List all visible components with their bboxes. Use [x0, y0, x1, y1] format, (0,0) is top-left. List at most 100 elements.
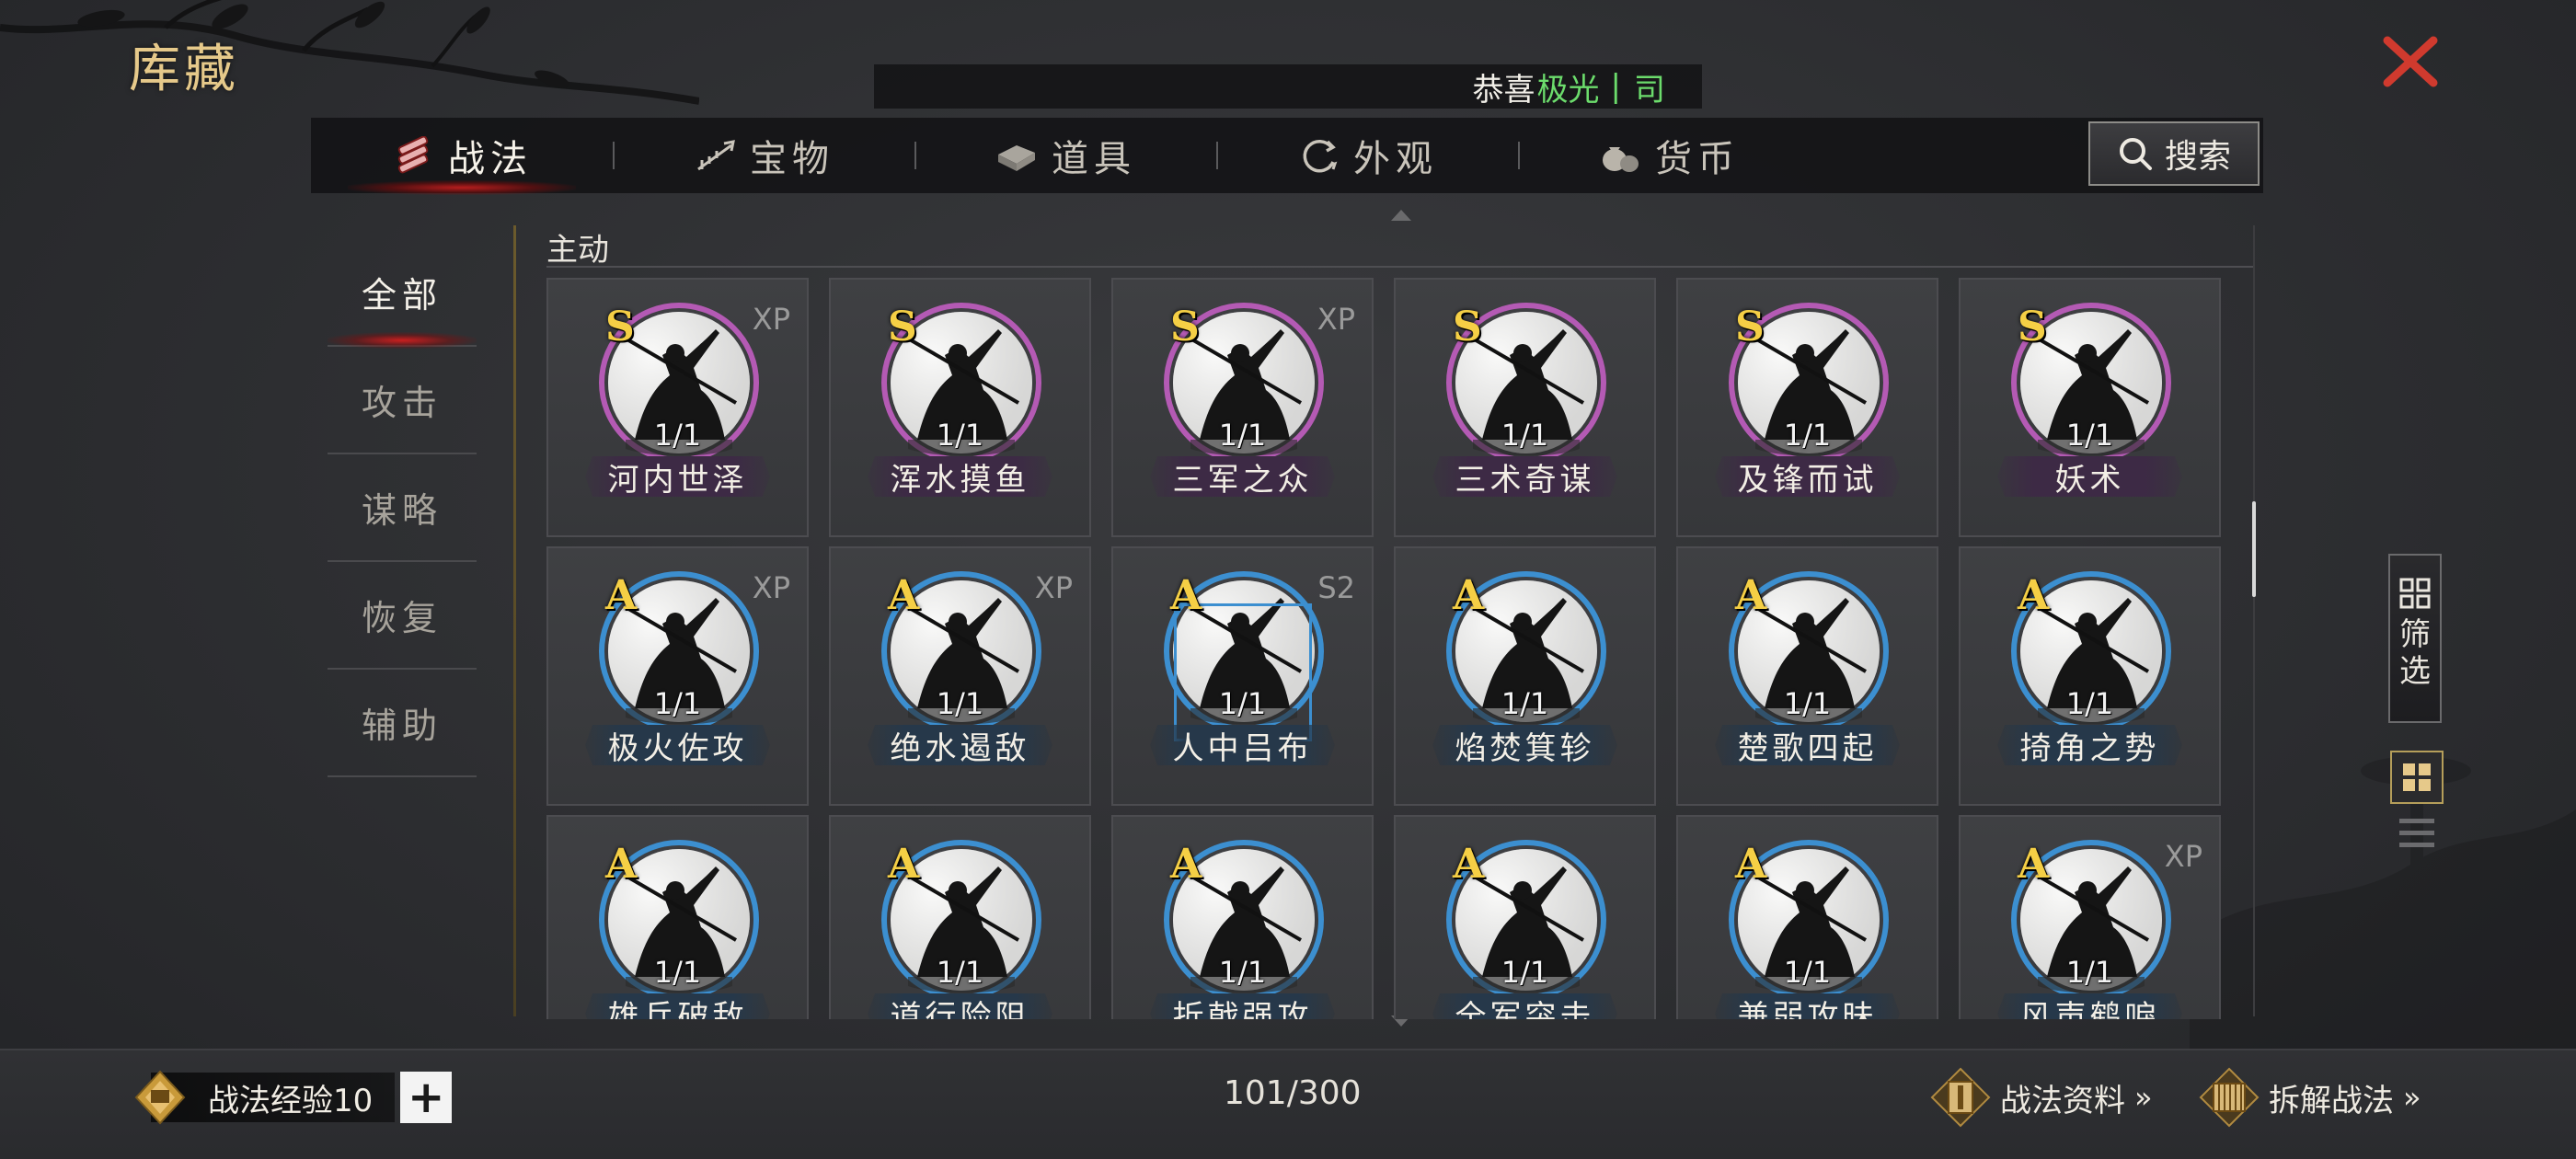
tactic-card[interactable]: A XP 1/1 绝水遏敌 — [829, 546, 1091, 806]
card-tag-badge: XP — [752, 302, 790, 337]
sidebar-divider — [513, 225, 516, 1016]
tab-items[interactable]: 道具 — [914, 118, 1216, 193]
card-tag-badge: XP — [1317, 302, 1355, 337]
card-name: 楚歌四起 — [1715, 725, 1900, 765]
filter-grid-icon — [2399, 578, 2431, 609]
tactic-card[interactable]: S XP 1/1 河内世泽 — [546, 278, 809, 537]
grade-badge: S — [1735, 304, 1765, 350]
dismantle-tactics-button[interactable]: 拆解战法 » — [2199, 1067, 2421, 1128]
tactics-grid-viewport[interactable]: S XP 1/1 河内世泽 S 1/1 浑水摸鱼 S XP 1/1 三军之众 S… — [546, 278, 2230, 1019]
card-name: 道行险阻 — [868, 993, 1052, 1019]
grade-badge: A — [1170, 572, 1202, 619]
sidebar-item-recovery[interactable]: 恢复 — [328, 562, 477, 670]
tab-treasure[interactable]: 宝物 — [613, 118, 914, 193]
section-divider — [546, 266, 2254, 268]
list-view-icon[interactable] — [2398, 815, 2436, 852]
card-count: 1/1 — [2065, 955, 2114, 990]
notice-highlight: 极光 — [1536, 71, 1600, 109]
tactic-card[interactable]: A S2 1/1 人中吕布 — [1111, 546, 1374, 806]
tactic-card[interactable]: A 1/1 折戟强攻 — [1111, 815, 1374, 1019]
tactic-card[interactable]: A XP 1/1 极火佐攻 — [546, 546, 809, 806]
card-count: 1/1 — [1218, 686, 1267, 721]
card-tag-badge: XP — [1034, 570, 1073, 605]
grid-view-toggle[interactable] — [2390, 751, 2444, 804]
card-name: 人中吕布 — [1150, 725, 1335, 765]
grade-badge: A — [2018, 841, 2050, 888]
tactic-card[interactable]: S 1/1 及锋而试 — [1676, 278, 1938, 537]
tactics-icon — [397, 136, 429, 174]
scroll-up-arrow-icon — [1391, 210, 1411, 221]
card-name: 妖术 — [1997, 456, 2182, 497]
tactic-card[interactable]: S 1/1 三术奇谋 — [1394, 278, 1656, 537]
sidebar-item-strategy[interactable]: 谋略 — [328, 454, 477, 562]
grade-badge: A — [1170, 841, 1202, 888]
filter-button[interactable]: 筛选 — [2388, 554, 2442, 723]
card-count: 1/1 — [653, 418, 702, 453]
sidebar-item-attack[interactable]: 攻击 — [328, 347, 477, 454]
grade-badge: A — [1735, 572, 1767, 619]
close-icon[interactable] — [2378, 29, 2443, 94]
tactic-card[interactable]: A 1/1 道行险阻 — [829, 815, 1091, 1019]
tab-currency[interactable]: 货币 — [1518, 118, 1820, 193]
search-label: 搜索 — [2164, 138, 2231, 176]
sidebar-item-label: 全部 — [361, 275, 443, 316]
search-button[interactable]: 搜索 — [2088, 121, 2260, 186]
tactic-card[interactable]: A 1/1 兼弱攻昧 — [1676, 815, 1938, 1019]
tab-label: 货币 — [1655, 138, 1740, 180]
card-count: 1/1 — [1501, 955, 1549, 990]
card-name: 焰焚箕轸 — [1432, 725, 1617, 765]
sidebar-item-all[interactable]: 全部 — [328, 239, 477, 349]
tactics-info-label: 战法资料 — [2000, 1082, 2125, 1119]
treasure-icon — [697, 140, 735, 171]
sidebar-item-label: 辅助 — [361, 706, 443, 746]
tactic-card[interactable]: S XP 1/1 三军之众 — [1111, 278, 1374, 537]
section-title: 主动 — [546, 232, 609, 269]
add-exp-button[interactable]: + — [400, 1072, 453, 1123]
card-count: 1/1 — [2065, 418, 2114, 453]
card-name: 掎角之势 — [1997, 725, 2182, 765]
tactic-card[interactable]: A 1/1 掎角之势 — [1959, 546, 2221, 806]
tab-tactics[interactable]: 战法 — [311, 118, 613, 195]
card-name: 兼弱攻昧 — [1715, 993, 1900, 1019]
tactic-card[interactable]: S 1/1 浑水摸鱼 — [829, 278, 1091, 537]
notice-separator: | — [1610, 68, 1621, 105]
card-tag-badge: XP — [2164, 839, 2202, 874]
grade-badge: A — [605, 572, 638, 619]
card-name: 雄兵破敌 — [585, 993, 770, 1019]
tactic-card[interactable]: S 1/1 妖术 — [1959, 278, 2221, 537]
sidebar-item-label: 恢复 — [361, 598, 443, 638]
grid-view-icon — [2403, 763, 2431, 791]
inventory-capacity: 101/300 — [1224, 1074, 1362, 1112]
card-count: 1/1 — [936, 955, 984, 990]
notice-prefix: 恭喜 — [1472, 71, 1535, 109]
card-count: 1/1 — [2065, 686, 2114, 721]
card-name: 三军之众 — [1150, 456, 1335, 497]
card-name: 河内世泽 — [585, 456, 770, 497]
tactics-info-button[interactable]: 战法资料 » — [1930, 1067, 2152, 1128]
tactic-card[interactable]: A XP 1/1 风声鹤唳 — [1959, 815, 2221, 1019]
grade-badge: S — [605, 304, 635, 350]
tactic-card[interactable]: A 1/1 楚歌四起 — [1676, 546, 1938, 806]
card-count: 1/1 — [1218, 955, 1267, 990]
grade-badge: A — [888, 841, 920, 888]
search-icon — [2119, 138, 2152, 170]
card-name: 折戟强攻 — [1150, 993, 1335, 1019]
scrollbar-thumb[interactable] — [2252, 501, 2256, 597]
scrollbar-track — [2253, 225, 2255, 1016]
grade-badge: S — [2018, 304, 2047, 350]
tactic-card[interactable]: A 1/1 全军突击 — [1394, 815, 1656, 1019]
sidebar-item-label: 谋略 — [361, 490, 443, 531]
tactics-exp: 战法经验10 + — [132, 1070, 453, 1125]
notice-suffix: 司 — [1634, 71, 1665, 109]
tab-appearance[interactable]: 外观 — [1216, 118, 1518, 193]
card-name: 极火佐攻 — [585, 725, 770, 765]
sidebar-item-support[interactable]: 辅助 — [328, 670, 477, 777]
card-count: 1/1 — [1501, 418, 1549, 453]
tactic-card[interactable]: A 1/1 雄兵破敌 — [546, 815, 809, 1019]
dismantle-label: 拆解战法 — [2269, 1082, 2394, 1119]
broadcast-notice: 恭喜 极光 | 司 — [874, 64, 1702, 109]
item-icon — [998, 145, 1035, 171]
card-count: 1/1 — [1783, 686, 1832, 721]
grade-badge: A — [1453, 572, 1485, 619]
tactic-card[interactable]: A 1/1 焰焚箕轸 — [1394, 546, 1656, 806]
